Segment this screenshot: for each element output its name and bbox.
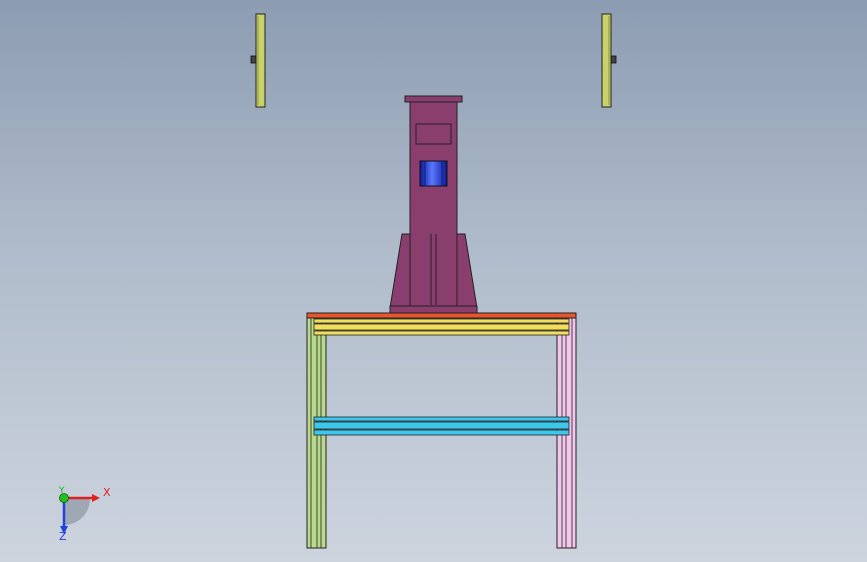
z-axis-label: Z (59, 530, 67, 543)
cad-model-view[interactable] (0, 0, 867, 562)
upper-rails[interactable] (313, 318, 570, 336)
lower-rails[interactable] (313, 416, 570, 436)
right-wheel[interactable] (601, 13, 617, 108)
left-wheel[interactable] (250, 13, 266, 108)
graphics-viewport[interactable]: X Y Z (0, 0, 867, 562)
column-window (419, 160, 448, 187)
pedestal-column[interactable] (389, 95, 478, 314)
coordinate-triad-icon (59, 493, 100, 534)
x-axis-label: X (103, 486, 111, 499)
table-top[interactable] (306, 312, 577, 319)
y-axis-label: Y (59, 486, 65, 496)
table-frame[interactable] (306, 312, 577, 549)
